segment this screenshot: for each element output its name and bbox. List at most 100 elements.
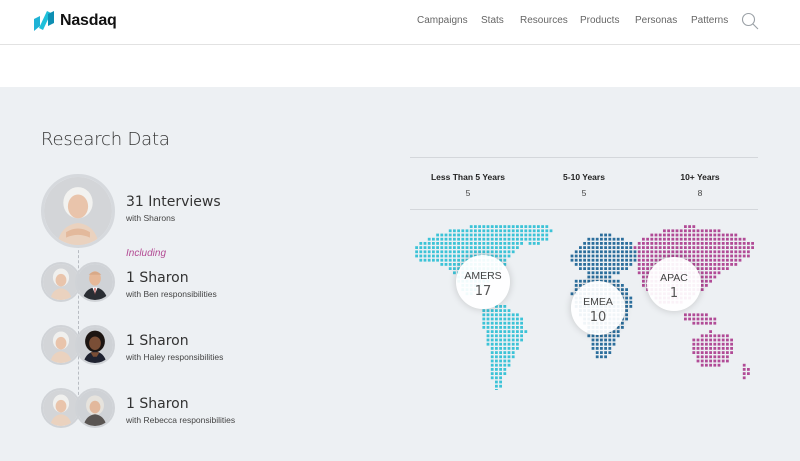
region-bubble-emea[interactable]: EMEA 10 [571, 281, 625, 335]
map-dot [700, 246, 704, 249]
map-dot [587, 242, 591, 245]
map-dot [734, 250, 738, 254]
map-dot [490, 246, 494, 249]
map-dot [726, 246, 729, 249]
map-dot [427, 254, 431, 258]
map-dot [717, 229, 721, 233]
map-dot [486, 229, 490, 233]
map-dot [692, 229, 696, 233]
map-dot [444, 258, 448, 262]
nav-resources[interactable]: Resources [520, 15, 568, 26]
map-dot [625, 288, 628, 291]
map-dot [595, 271, 599, 275]
map-dot [520, 338, 523, 342]
map-dot [495, 355, 498, 359]
map-dot [600, 347, 603, 350]
map-dot [490, 338, 494, 342]
map-dot [511, 330, 515, 333]
map-dot [696, 347, 700, 350]
map-dot [709, 317, 712, 321]
map-dot [721, 254, 725, 258]
map-dot [440, 237, 444, 241]
map-dot [604, 254, 607, 258]
map-dot [646, 254, 649, 258]
map-dot [604, 250, 607, 254]
map-dot [721, 355, 725, 359]
map-dot [730, 347, 733, 350]
map-dot [633, 254, 637, 258]
map-dot [448, 246, 452, 249]
map-dot [591, 338, 595, 342]
map-dot [696, 351, 700, 354]
map-dot [427, 242, 431, 245]
map-dot [499, 229, 502, 233]
map-dot [730, 338, 733, 342]
nav-campaigns[interactable]: Campaigns [417, 15, 468, 26]
map-dot [700, 237, 704, 241]
map-dot [709, 254, 712, 258]
map-dot [465, 254, 469, 258]
map-dot [511, 347, 515, 350]
map-dot [528, 229, 532, 233]
map-dot [499, 309, 502, 312]
rebecca-avatar [75, 388, 115, 428]
map-dot [713, 363, 717, 367]
map-dot [499, 250, 502, 254]
nav-products[interactable]: Products [580, 15, 619, 26]
map-dot [709, 355, 712, 359]
map-dot [684, 229, 687, 233]
map-dot [503, 225, 507, 228]
map-dot [524, 330, 528, 333]
map-dot [516, 334, 519, 338]
map-dot [629, 250, 633, 254]
map-dot [625, 267, 628, 270]
map-dot [583, 246, 586, 249]
map-dot [600, 267, 603, 270]
map-dot [726, 351, 729, 354]
map-dot [507, 313, 511, 317]
map-dot [742, 246, 746, 249]
map-dot [604, 275, 607, 279]
map-dot [490, 372, 494, 375]
region-bubble-amers[interactable]: AMERS 17 [456, 255, 510, 309]
map-dot [595, 258, 599, 262]
map-dot [591, 267, 595, 270]
map-dot [583, 279, 586, 283]
map-dot [495, 242, 498, 245]
map-dot [696, 229, 700, 233]
map-dot [700, 313, 704, 317]
map-dot [574, 250, 578, 254]
map-dot [427, 250, 431, 254]
map-dot [461, 237, 465, 241]
map-dot [499, 363, 502, 367]
map-dot [448, 242, 452, 245]
interviews-subtitle: with Sharons [126, 213, 176, 223]
map-dot [629, 242, 633, 245]
map-dot [616, 284, 620, 287]
map-dot [604, 267, 607, 270]
map-dot [419, 242, 423, 245]
search-icon[interactable] [741, 12, 759, 30]
map-dot [696, 338, 700, 342]
map-dot [700, 242, 704, 245]
map-dot [465, 246, 469, 249]
map-dot [423, 254, 427, 258]
map-dot [692, 237, 696, 241]
nav-patterns[interactable]: Patterns [691, 15, 728, 26]
map-dot [537, 237, 540, 241]
nav-stats[interactable]: Stats [481, 15, 504, 26]
map-dot [537, 233, 540, 237]
map-dot [616, 279, 620, 283]
map-dot [591, 237, 595, 241]
map-dot [650, 258, 654, 262]
map-dot [490, 351, 494, 354]
map-dot [671, 242, 675, 245]
map-dot [604, 233, 607, 237]
map-dot [457, 263, 460, 266]
including-label: Including [126, 248, 167, 259]
map-dot [688, 229, 691, 233]
map-dot [713, 359, 717, 363]
nav-personas[interactable]: Personas [635, 15, 677, 26]
region-bubble-apac[interactable]: APAC 1 [647, 257, 701, 311]
connector-line [78, 240, 79, 410]
